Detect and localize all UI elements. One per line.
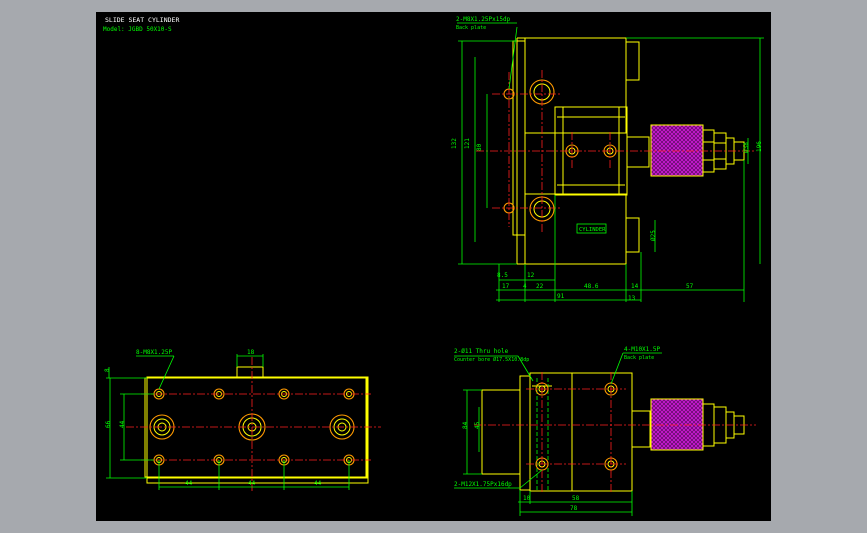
main-body-upper [524, 37, 627, 134]
bottom-right-view: 84 45 10 58 78 2-Ø11 Thru hole Counter b… [454, 346, 756, 516]
svg-text:18: 18 [247, 349, 255, 356]
back-plate [512, 40, 526, 236]
note-thread-bottom-left: 8-M8X1.25P [136, 349, 173, 356]
svg-text:Ø25: Ø25 [650, 230, 657, 241]
main-body-lower [524, 193, 627, 265]
cad-viewport-frame: SLIDE SEAT CYLINDER Model: JGBD 50X10-S [0, 0, 867, 533]
svg-text:48.6: 48.6 [584, 283, 599, 290]
cad-drawing: SLIDE SEAT CYLINDER Model: JGBD 50X10-S [103, 16, 764, 516]
svg-text:Back plate: Back plate [624, 355, 654, 361]
note-thread-top-right: 4-M10X1.5P [624, 346, 661, 353]
svg-text:66: 66 [105, 420, 112, 428]
brand-label: CYLINDER [579, 227, 606, 233]
svg-text:44: 44 [185, 480, 193, 487]
svg-text:10: 10 [523, 495, 531, 502]
svg-text:13: 13 [628, 295, 636, 302]
svg-text:17: 17 [502, 283, 510, 290]
knurl-knob-side [650, 398, 704, 451]
svg-text:78: 78 [570, 505, 578, 512]
svg-text:Ø38: Ø38 [743, 142, 750, 153]
drawing-model: Model: JGBD 50X10-S [103, 26, 172, 33]
note-thread-bottom: 2-M12X1.75Px16dp [454, 481, 512, 488]
svg-text:44: 44 [119, 420, 126, 428]
svg-text:196: 196 [756, 141, 763, 152]
svg-text:4: 4 [523, 283, 527, 290]
svg-text:12: 12 [527, 272, 535, 279]
bottom-left-view: 18 8 66 44 44 44 44 8-M8X1.25P [104, 349, 381, 492]
svg-text:44: 44 [314, 480, 322, 487]
svg-text:8.5: 8.5 [497, 272, 508, 279]
svg-text:91: 91 [557, 293, 565, 300]
svg-text:58: 58 [572, 495, 580, 502]
svg-text:22: 22 [536, 283, 544, 290]
svg-text:14: 14 [631, 283, 639, 290]
svg-text:132: 132 [451, 138, 458, 149]
svg-text:Counter bore Ø17.5X10.8dp: Counter bore Ø17.5X10.8dp [454, 356, 529, 363]
top-right-view: CYLINDER 132 121 80 196 Ø38 Ø25 8.5 12 1… [451, 16, 764, 302]
side-block [481, 389, 521, 475]
svg-text:8: 8 [104, 368, 111, 372]
svg-text:57: 57 [686, 283, 694, 290]
svg-text:84: 84 [462, 421, 469, 429]
note-thread-top: 2-M8X1.25Px15dp [456, 16, 511, 23]
svg-text:45: 45 [474, 421, 481, 429]
knurl-knob [650, 124, 704, 177]
svg-text:121: 121 [464, 138, 471, 149]
svg-text:Back plate: Back plate [456, 25, 486, 31]
svg-text:44: 44 [248, 480, 256, 487]
svg-text:80: 80 [476, 143, 483, 151]
note-thru-hole: 2-Ø11 Thru hole [454, 348, 509, 355]
drawing-title: SLIDE SEAT CYLINDER [105, 16, 179, 24]
drawing-sheet: SLIDE SEAT CYLINDER Model: JGBD 50X10-S [96, 12, 771, 521]
